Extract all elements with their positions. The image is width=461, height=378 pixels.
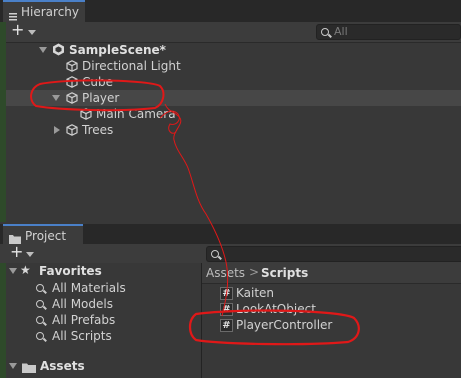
tab-hierarchy[interactable]: Hierarchy xyxy=(3,0,85,22)
breadcrumb: Assets > Scripts xyxy=(202,263,461,284)
favorite-item[interactable]: All Scripts xyxy=(6,328,201,344)
hierarchy-search-input[interactable]: All xyxy=(316,24,461,40)
favorite-item[interactable]: All Prefabs xyxy=(6,312,201,328)
hierarchy-panel: Hierarchy + All SampleScene* Directional… xyxy=(0,0,461,222)
item-label: Player xyxy=(82,91,120,105)
hierarchy-tab-label: Hierarchy xyxy=(21,5,80,19)
expand-arrow-icon[interactable] xyxy=(9,363,17,369)
hierarchy-item-main-camera[interactable]: Main Camera xyxy=(6,106,461,122)
star-icon: ★ xyxy=(20,263,31,277)
folder-icon xyxy=(22,361,36,377)
breadcrumb-root[interactable]: Assets xyxy=(206,266,245,280)
scene-name: SampleScene* xyxy=(69,43,166,57)
assets-folder-row[interactable]: Assets xyxy=(6,358,201,374)
search-icon xyxy=(321,28,329,36)
csharp-script-icon: # xyxy=(220,319,233,332)
project-panel: Project + ★ Favorites All Materials All … xyxy=(0,222,461,378)
assets-label: Assets xyxy=(40,359,85,373)
add-button[interactable]: + xyxy=(11,20,24,39)
hierarchy-item-directional-light[interactable]: Directional Light xyxy=(6,58,461,74)
chevron-down-icon[interactable] xyxy=(26,252,34,257)
search-icon xyxy=(36,316,44,324)
search-icon xyxy=(36,284,44,292)
script-file-item[interactable]: # LookAtObject xyxy=(202,301,461,317)
item-label: Cube xyxy=(82,75,113,89)
search-icon xyxy=(36,300,44,308)
script-file-label: PlayerController xyxy=(236,318,333,332)
favorite-label: All Scripts xyxy=(52,329,112,343)
gameobject-cube-icon xyxy=(80,108,92,120)
search-icon xyxy=(36,332,44,340)
favorite-label: All Models xyxy=(52,297,113,311)
item-label: Trees xyxy=(82,123,114,137)
breadcrumb-separator: > xyxy=(249,265,260,279)
favorites-title: Favorites xyxy=(39,264,102,278)
project-search-input[interactable] xyxy=(206,246,461,262)
expand-arrow-icon[interactable] xyxy=(52,95,60,101)
gameobject-cube-icon xyxy=(66,124,78,136)
gameobject-cube-icon xyxy=(66,76,78,88)
item-label: Directional Light xyxy=(82,59,181,73)
project-toolbar: + xyxy=(0,242,461,265)
hierarchy-item-player[interactable]: Player xyxy=(6,90,461,106)
chevron-down-icon[interactable] xyxy=(28,30,36,35)
gameobject-cube-icon xyxy=(66,60,78,72)
scene-row[interactable]: SampleScene* xyxy=(6,42,461,58)
csharp-script-icon: # xyxy=(220,303,233,316)
item-label: Main Camera xyxy=(96,107,176,121)
project-folder-tree: ★ Favorites All Materials All Models All… xyxy=(6,263,201,378)
script-file-item[interactable]: # PlayerController xyxy=(202,317,461,333)
breadcrumb-current[interactable]: Scripts xyxy=(261,266,308,280)
tab-project[interactable]: Project xyxy=(3,224,83,244)
favorite-item[interactable]: All Materials xyxy=(6,280,201,296)
add-button[interactable]: + xyxy=(10,242,23,261)
hierarchy-item-cube[interactable]: Cube xyxy=(6,74,461,90)
expand-arrow-icon[interactable] xyxy=(54,126,60,134)
script-file-label: LookAtObject xyxy=(236,302,316,316)
expand-arrow-icon[interactable] xyxy=(39,47,47,53)
search-icon xyxy=(211,250,219,258)
expand-arrow-icon[interactable] xyxy=(9,268,17,274)
list-icon xyxy=(9,7,17,21)
favorite-item[interactable]: All Models xyxy=(6,296,201,312)
hierarchy-search-placeholder: All xyxy=(334,25,348,38)
favorite-label: All Materials xyxy=(52,281,126,295)
project-tab-label: Project xyxy=(25,229,67,243)
script-file-item[interactable]: # Kaiten xyxy=(202,285,461,301)
gameobject-cube-icon xyxy=(66,92,78,104)
hierarchy-toolbar: + All xyxy=(6,20,461,43)
hierarchy-item-trees[interactable]: Trees xyxy=(6,122,461,138)
script-file-label: Kaiten xyxy=(236,286,275,300)
csharp-script-icon: # xyxy=(220,287,233,300)
favorite-label: All Prefabs xyxy=(52,313,116,327)
